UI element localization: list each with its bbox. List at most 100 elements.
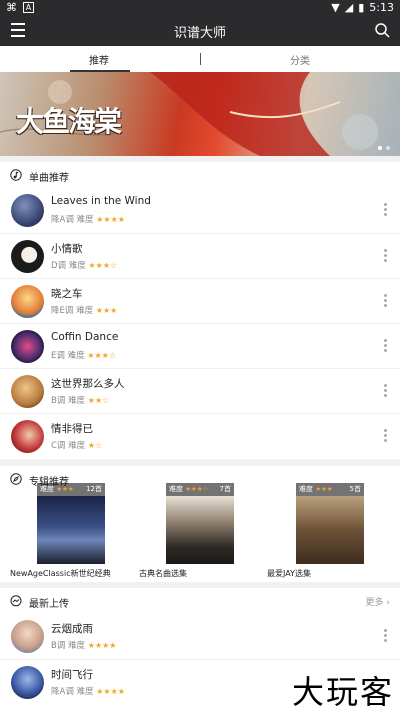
more-options-icon[interactable] [384,249,388,264]
difficulty-label: 难度 [68,396,86,406]
song-key: D调 [51,261,67,271]
albums-row: 难度 ★★★ 12首 NewAgeClassic新世纪经典 难度 ★★★☆ 7首 古… [0,483,400,582]
song-key: 降A调 [51,215,74,225]
more-options-icon[interactable] [384,429,388,444]
carousel-dot[interactable] [386,146,390,150]
track-count: 7首 [219,485,231,493]
song-title: 这世界那么多人 [51,378,125,390]
difficulty-stars: ★★★ [315,485,333,493]
song-meta: C调 难度 ★☆ [51,439,102,451]
track-count: 12首 [86,485,102,493]
battery-icon: ▮ [358,1,365,14]
album-name: 古典名曲选集 [139,569,187,578]
difficulty-label: 难度 [76,215,94,225]
song-avatar [11,420,44,453]
banner-carousel[interactable]: 大鱼海棠 [0,72,400,156]
tab-bar: 推荐 分类 [0,46,400,72]
song-meta: E调 难度 ★★★☆ [51,349,116,361]
track-count: 5首 [349,485,361,493]
message-icon [10,595,22,607]
more-options-icon[interactable] [384,294,388,309]
more-label: 更多 [365,598,384,608]
more-link[interactable]: 更多 › [366,595,391,608]
difficulty-stars: ★★☆ [87,396,110,405]
more-options-icon[interactable] [384,629,388,644]
difficulty-stars: ★★★★ [96,215,125,224]
compass-icon [10,473,22,485]
difficulty-label: 难度 [67,351,85,361]
song-meta: 降E调 难度 ★★★ [51,304,117,316]
tab-category[interactable]: 分类 [290,52,310,67]
song-title: 晓之车 [51,288,83,300]
song-title: 情非得已 [51,423,93,435]
singles-list: Leaves in the Wind 降A调 难度 ★★★★ 小情歌 D调 难度… [0,188,400,458]
difficulty-stars: ★★★★ [87,641,117,650]
list-item[interactable]: 这世界那么多人 B调 难度 ★★☆ [0,368,400,413]
difficulty-label: 难度 [299,485,313,493]
tab-recommend[interactable]: 推荐 [89,52,109,67]
difficulty-label: 难度 [40,485,54,493]
album-overlay: 难度 ★★★ 12首 [37,483,105,496]
difficulty-stars: ★★★☆ [87,351,116,360]
album-name: NewAgeClassic新世纪经典 [10,569,111,578]
song-meta: 降A调 难度 ★★★★ [51,213,125,225]
song-avatar [11,620,44,653]
watermark: 大玩客 [291,673,394,711]
list-item[interactable]: 晓之车 降E调 难度 ★★★ [0,278,400,323]
song-title: 云烟成雨 [51,623,93,635]
list-item[interactable]: Leaves in the Wind 降A调 难度 ★★★★ [0,188,400,233]
singles-header: 单曲推荐 [0,162,400,188]
song-key: B调 [51,396,66,406]
song-avatar [11,375,44,408]
albums-section: 专辑推荐 难度 ★★★12首 NewAgeClassic新世纪经典 难度 ★★★… [0,466,400,582]
more-options-icon[interactable] [384,339,388,354]
difficulty-label: 难度 [169,485,183,493]
difficulty-label: 难度 [76,687,94,697]
album-name: 最爱JAY选集 [267,569,311,578]
difficulty-stars: ★★★☆ [88,261,118,270]
more-options-icon[interactable] [384,203,388,218]
song-avatar [11,240,44,273]
difficulty-label: 难度 [76,306,94,316]
list-item[interactable]: 云烟成雨 B调 难度 ★★★★ [0,614,400,659]
a-icon: A [23,2,34,13]
song-meta: B调 难度 ★★☆ [51,394,109,406]
section-title: 最新上传 [29,599,69,610]
singles-section: 单曲推荐 Leaves in the Wind 降A调 难度 ★★★★ 小情歌 … [0,162,400,459]
song-meta: B调 难度 ★★★★ [51,639,116,651]
difficulty-label: 难度 [68,261,86,271]
difficulty-stars: ★★★★ [96,687,125,696]
song-key: 降A调 [51,687,74,697]
search-icon[interactable] [374,22,390,38]
list-item[interactable]: 情非得已 C调 难度 ★☆ [0,413,400,458]
difficulty-label: 难度 [68,441,86,451]
list-item[interactable]: 小情歌 D调 难度 ★★★☆ [0,233,400,278]
song-title: Coffin Dance [51,331,119,343]
song-avatar [11,330,44,363]
music-note-icon [10,169,22,181]
difficulty-stars: ★★★ [95,306,118,315]
section-title: 单曲推荐 [29,173,69,184]
wifi-icon: ▼ [331,1,340,14]
app-title: 识谱大师 [173,26,226,41]
song-avatar [11,285,44,318]
list-item[interactable]: Coffin Dance E调 难度 ★★★☆ [0,323,400,368]
signal-icon: ◢ [344,1,354,14]
song-avatar [11,666,44,699]
chevron-right-icon: › [386,598,390,608]
banner-title: 大鱼海棠 [16,105,122,138]
song-key: E调 [51,351,65,361]
song-meta: D调 难度 ★★★☆ [51,259,117,271]
difficulty-label: 难度 [68,641,86,651]
tab-divider [200,53,201,65]
song-meta: 降A调 难度 ★★★★ [51,685,125,697]
more-options-icon[interactable] [384,384,388,399]
usb-icon: ⌘ [6,1,17,14]
song-title: 小情歌 [51,243,83,255]
difficulty-stars: ★☆ [87,441,103,450]
song-key: 降E调 [51,306,74,316]
song-title: 时间飞行 [51,669,93,681]
album-overlay: 难度 ★★★☆ 7首 [166,483,234,496]
carousel-dot[interactable] [378,146,382,150]
album-cover [296,496,364,564]
